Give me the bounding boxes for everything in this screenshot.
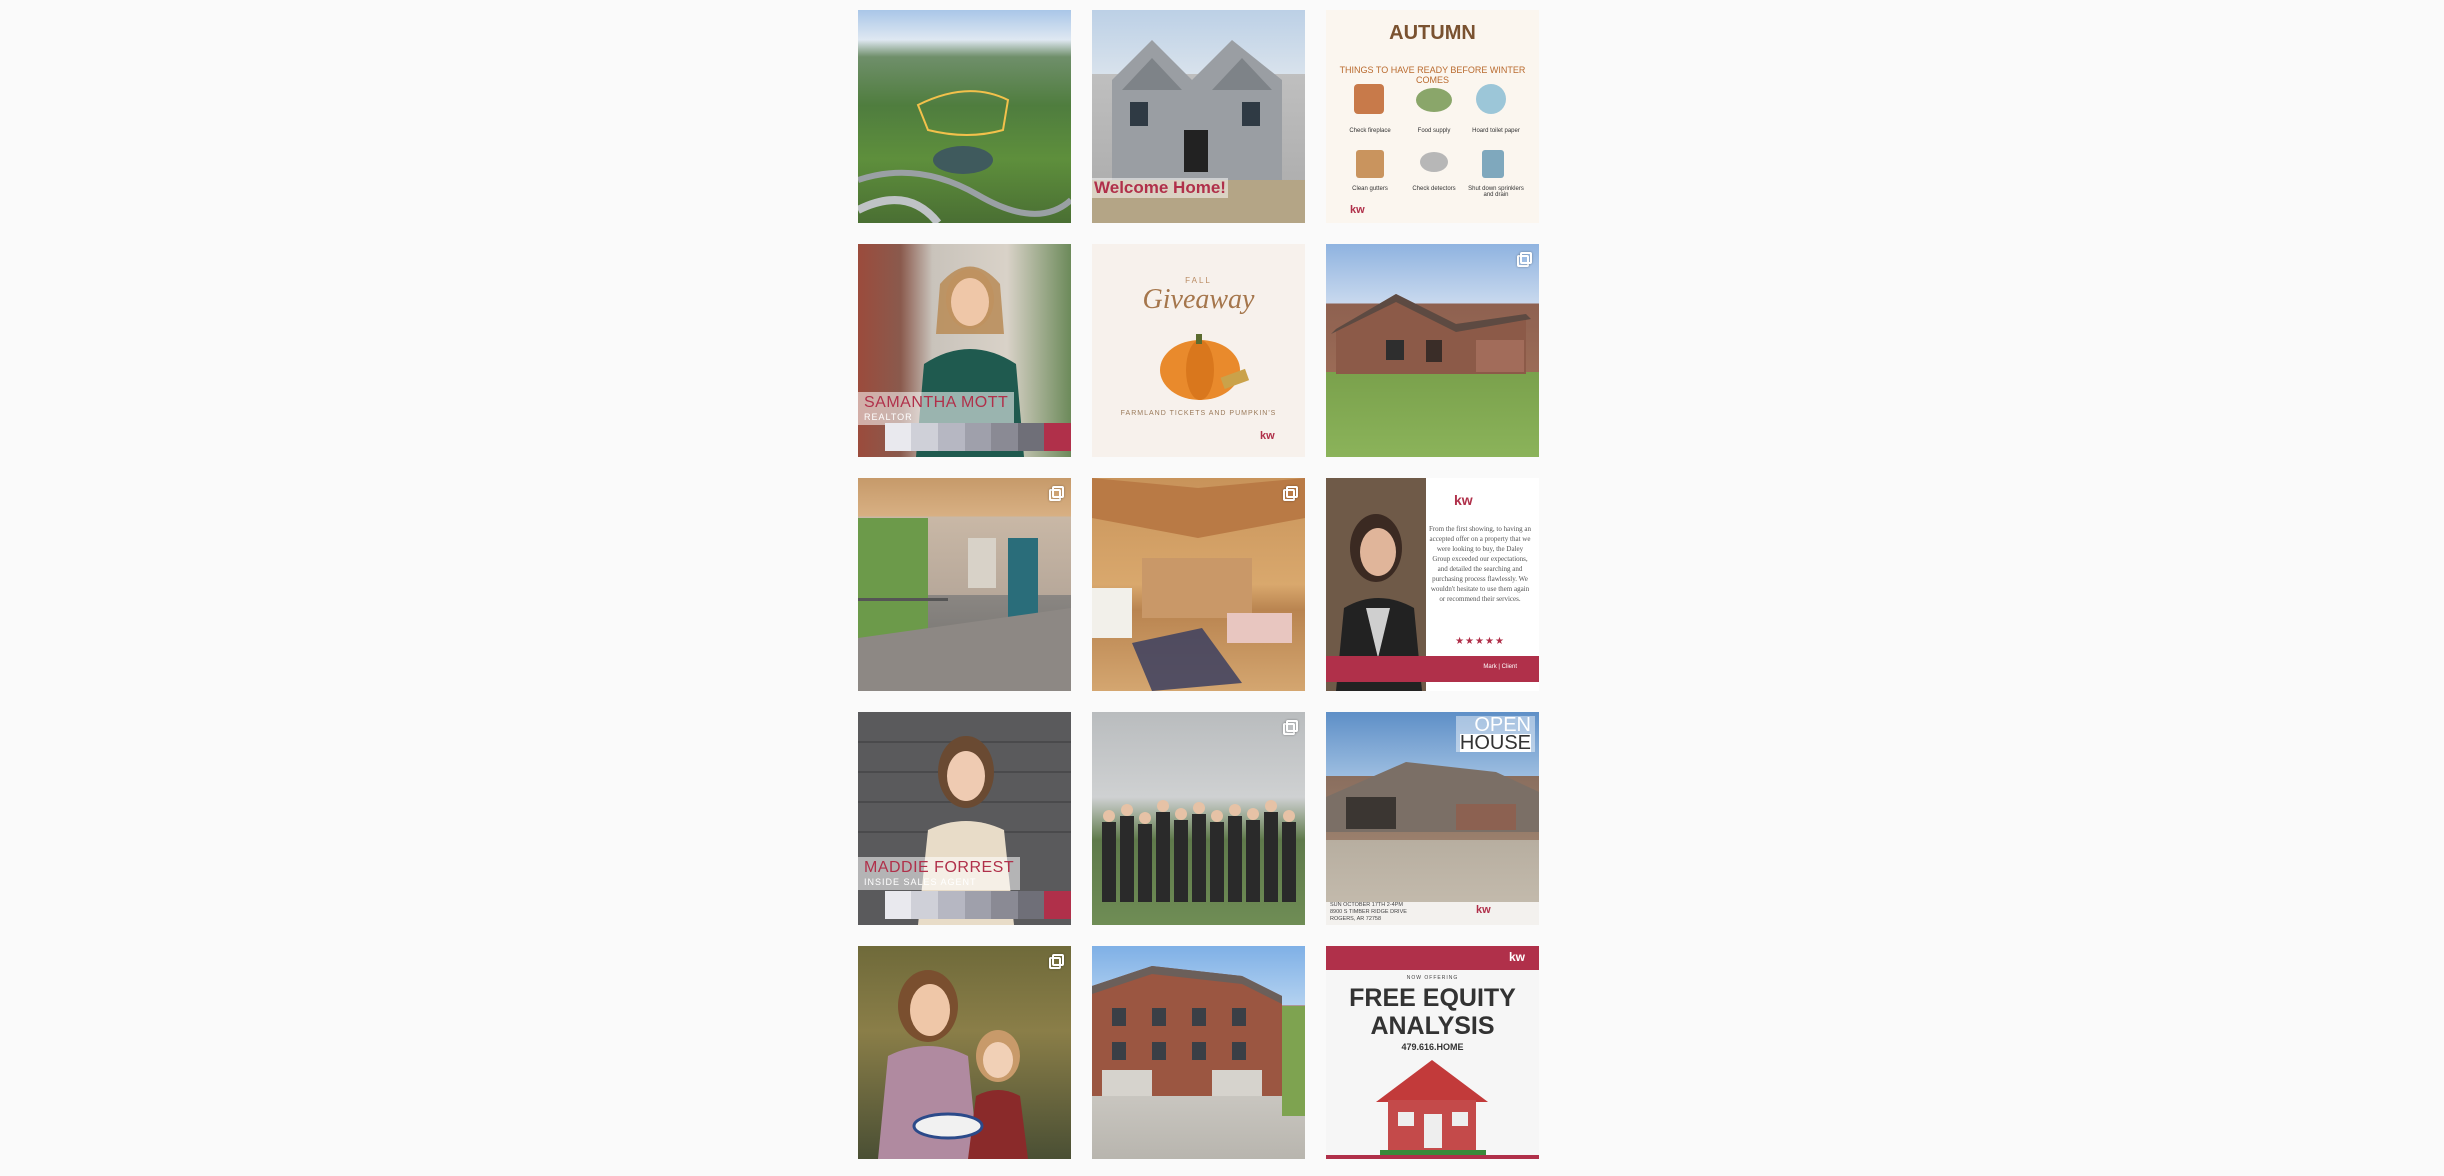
multi-image-icon xyxy=(1283,486,1298,501)
red-house-icon xyxy=(1376,1060,1488,1156)
post-mom-and-daughter[interactable] xyxy=(858,946,1071,1159)
post-autumn-checklist[interactable]: AUTUMN THINGS TO HAVE READY BEFORE WINTE… xyxy=(1326,10,1539,223)
porch-graphic xyxy=(858,518,1071,691)
kw-logo: kw xyxy=(1350,204,1365,216)
open-house-details: SUN OCTOBER 17TH 2-4PM 8900 S TIMBER RID… xyxy=(1330,902,1407,923)
equity-small: NOW OFFERING xyxy=(1406,975,1459,981)
post-aerial-land[interactable] xyxy=(858,10,1071,223)
post-open-house[interactable]: OPEN HOUSE SUN OCTOBER 17TH 2-4PM 8900 S… xyxy=(1326,712,1539,925)
kw-logo: kw xyxy=(1260,430,1275,442)
equity-header-bar xyxy=(1326,946,1539,970)
item-label: Food supply xyxy=(1417,128,1451,134)
post-client-review[interactable]: kw From the first showing, to having an … xyxy=(1326,478,1539,691)
post-townhomes[interactable] xyxy=(1092,946,1305,1159)
equity-footer-bar xyxy=(1326,1155,1539,1159)
post-brick-home[interactable] xyxy=(1326,244,1539,457)
autumn-title: AUTUMN xyxy=(1389,22,1476,44)
welcome-caption: Welcome Home! xyxy=(1092,178,1228,198)
equity-phone: 479.616.HOME xyxy=(1401,1042,1464,1052)
multi-image-icon xyxy=(1283,720,1298,735)
agent-role: INSIDE SALES AGENT xyxy=(864,877,977,887)
post-maddie-forrest[interactable]: MADDIE FORREST INSIDE SALES AGENT xyxy=(858,712,1071,925)
toilet-paper-icon xyxy=(1476,84,1506,114)
open-house-city: ROGERS, AR 72758 xyxy=(1330,916,1382,922)
post-team-photo[interactable] xyxy=(1092,712,1305,925)
name-plate: MADDIE FORREST INSIDE SALES AGENT xyxy=(858,857,1021,890)
kw-logo: kw xyxy=(1476,904,1491,916)
rating-stars: ★★★★★ xyxy=(1455,636,1505,647)
giveaway-title: Giveaway xyxy=(1142,284,1255,315)
post-fall-giveaway[interactable]: FALL Giveaway FARMLAND TICKETS AND PUMPK… xyxy=(1092,244,1305,457)
agent-name: SAMANTHA MOTT xyxy=(864,394,1009,411)
brick-home-graphic xyxy=(1331,294,1531,374)
townhome-graphic xyxy=(1092,966,1305,1116)
open-house-date: SUN OCTOBER 17TH 2-4PM xyxy=(1330,902,1403,908)
color-swatches xyxy=(858,891,1071,919)
equity-title-2: ANALYSIS xyxy=(1370,1012,1495,1040)
multi-image-icon xyxy=(1049,954,1064,969)
house-text: HOUSE xyxy=(1459,732,1531,754)
food-icon xyxy=(1416,88,1452,112)
item-label: Check fireplace xyxy=(1349,128,1391,134)
equity-title-1: FREE EQUITY xyxy=(1349,984,1516,1012)
detector-icon xyxy=(1420,152,1448,172)
name-plate: SAMANTHA MOTT REALTOR xyxy=(858,392,1015,425)
agent-role: REALTOR xyxy=(864,412,913,422)
open-house-address: 8900 S TIMBER RIDGE DRIVE xyxy=(1330,909,1407,915)
review-attribution: Mark | Client xyxy=(1483,664,1517,670)
kw-logo: kw xyxy=(1508,950,1525,964)
agent-name: MADDIE FORREST xyxy=(864,859,1015,876)
pumpkin-icon xyxy=(1160,334,1250,400)
giveaway-footer: FARMLAND TICKETS AND PUMPKIN'S xyxy=(1120,410,1277,417)
multi-image-icon xyxy=(1049,486,1064,501)
gutter-icon xyxy=(1356,150,1384,178)
item-label: Hoard toilet paper xyxy=(1472,128,1520,134)
item-label: Check detectors xyxy=(1412,186,1456,192)
team-graphic xyxy=(1102,800,1296,902)
multi-image-icon xyxy=(1517,252,1532,267)
color-swatches xyxy=(858,423,1071,451)
post-welcome-home[interactable]: Welcome Home! xyxy=(1092,10,1305,223)
post-free-equity-analysis[interactable]: kw NOW OFFERING FREE EQUITY ANALYSIS 479… xyxy=(1326,946,1539,1159)
kw-logo: kw xyxy=(1454,492,1473,508)
sprinkler-icon xyxy=(1482,150,1504,178)
review-bar: Mark | Client xyxy=(1326,656,1539,682)
cabin-interior-graphic xyxy=(1092,478,1305,691)
post-grid: Welcome Home! AUTUMN THINGS TO HAVE READ… xyxy=(858,10,1539,1159)
post-porch[interactable] xyxy=(858,478,1071,691)
item-label: Clean gutters xyxy=(1352,186,1388,192)
post-samantha-mott[interactable]: SAMANTHA MOTT REALTOR xyxy=(858,244,1071,457)
fireplace-icon xyxy=(1354,84,1384,114)
post-wood-cabin-interior[interactable] xyxy=(1092,478,1305,691)
open-badge: OPEN HOUSE xyxy=(1455,715,1535,754)
item-label: Shut down sprinklers and drain xyxy=(1468,186,1524,198)
review-quote: From the first showing, to having an acc… xyxy=(1428,525,1532,603)
aerial-land-graphic xyxy=(858,90,1071,223)
autumn-subtitle: THINGS TO HAVE READY BEFORE WINTER COMES xyxy=(1339,65,1526,85)
family-graphic xyxy=(878,970,1028,1159)
